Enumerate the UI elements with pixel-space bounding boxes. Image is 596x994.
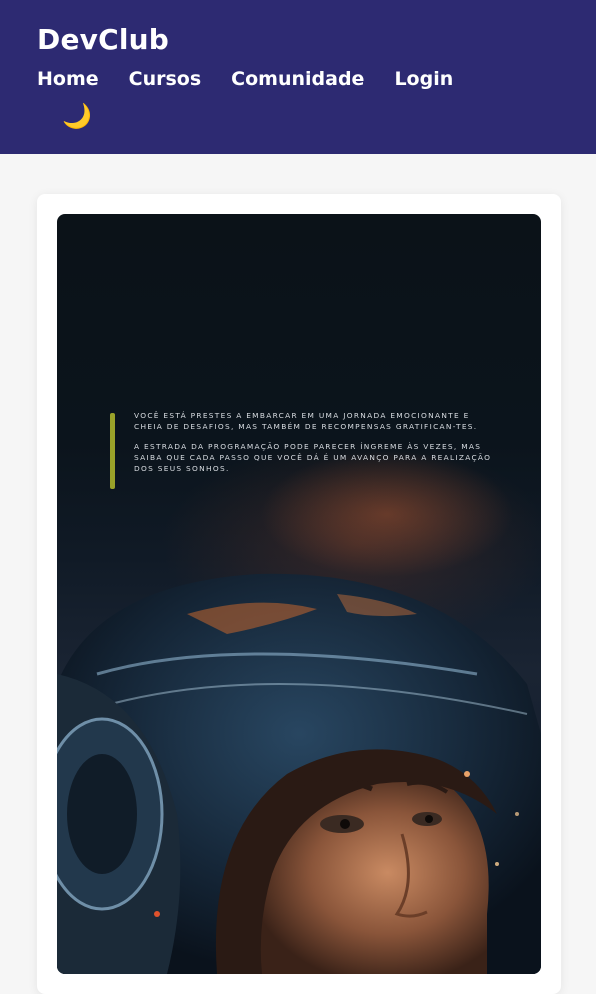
site-logo[interactable]: DevClub bbox=[37, 22, 169, 58]
crescent-moon-icon: 🌙 bbox=[62, 103, 92, 130]
quote-accent-bar bbox=[110, 413, 115, 489]
astronaut-illustration bbox=[57, 573, 541, 974]
theme-toggle-button[interactable]: 🌙 bbox=[62, 102, 92, 132]
astronaut-poster-image: VOCÊ ESTÁ PRESTES A EMBARCAR EM UMA JORN… bbox=[57, 214, 541, 974]
main-nav: Home Cursos Comunidade Login bbox=[37, 66, 453, 92]
nav-home-link[interactable]: Home bbox=[37, 66, 99, 92]
top-header: DevClub Home Cursos Comunidade Login 🌙 bbox=[0, 0, 596, 154]
nav-comunidade-link[interactable]: Comunidade bbox=[231, 66, 364, 92]
nav-login-link[interactable]: Login bbox=[394, 66, 453, 92]
poster-paragraph-1: VOCÊ ESTÁ PRESTES A EMBARCAR EM UMA JORN… bbox=[134, 411, 478, 431]
content-card: VOCÊ ESTÁ PRESTES A EMBARCAR EM UMA JORN… bbox=[37, 194, 561, 994]
poster-paragraph-2: A ESTRADA DA PROGRAMAÇÃO PODE PARECER ÍN… bbox=[134, 442, 492, 473]
nav-cursos-link[interactable]: Cursos bbox=[129, 66, 202, 92]
poster-quote: VOCÊ ESTÁ PRESTES A EMBARCAR EM UMA JORN… bbox=[134, 410, 494, 483]
